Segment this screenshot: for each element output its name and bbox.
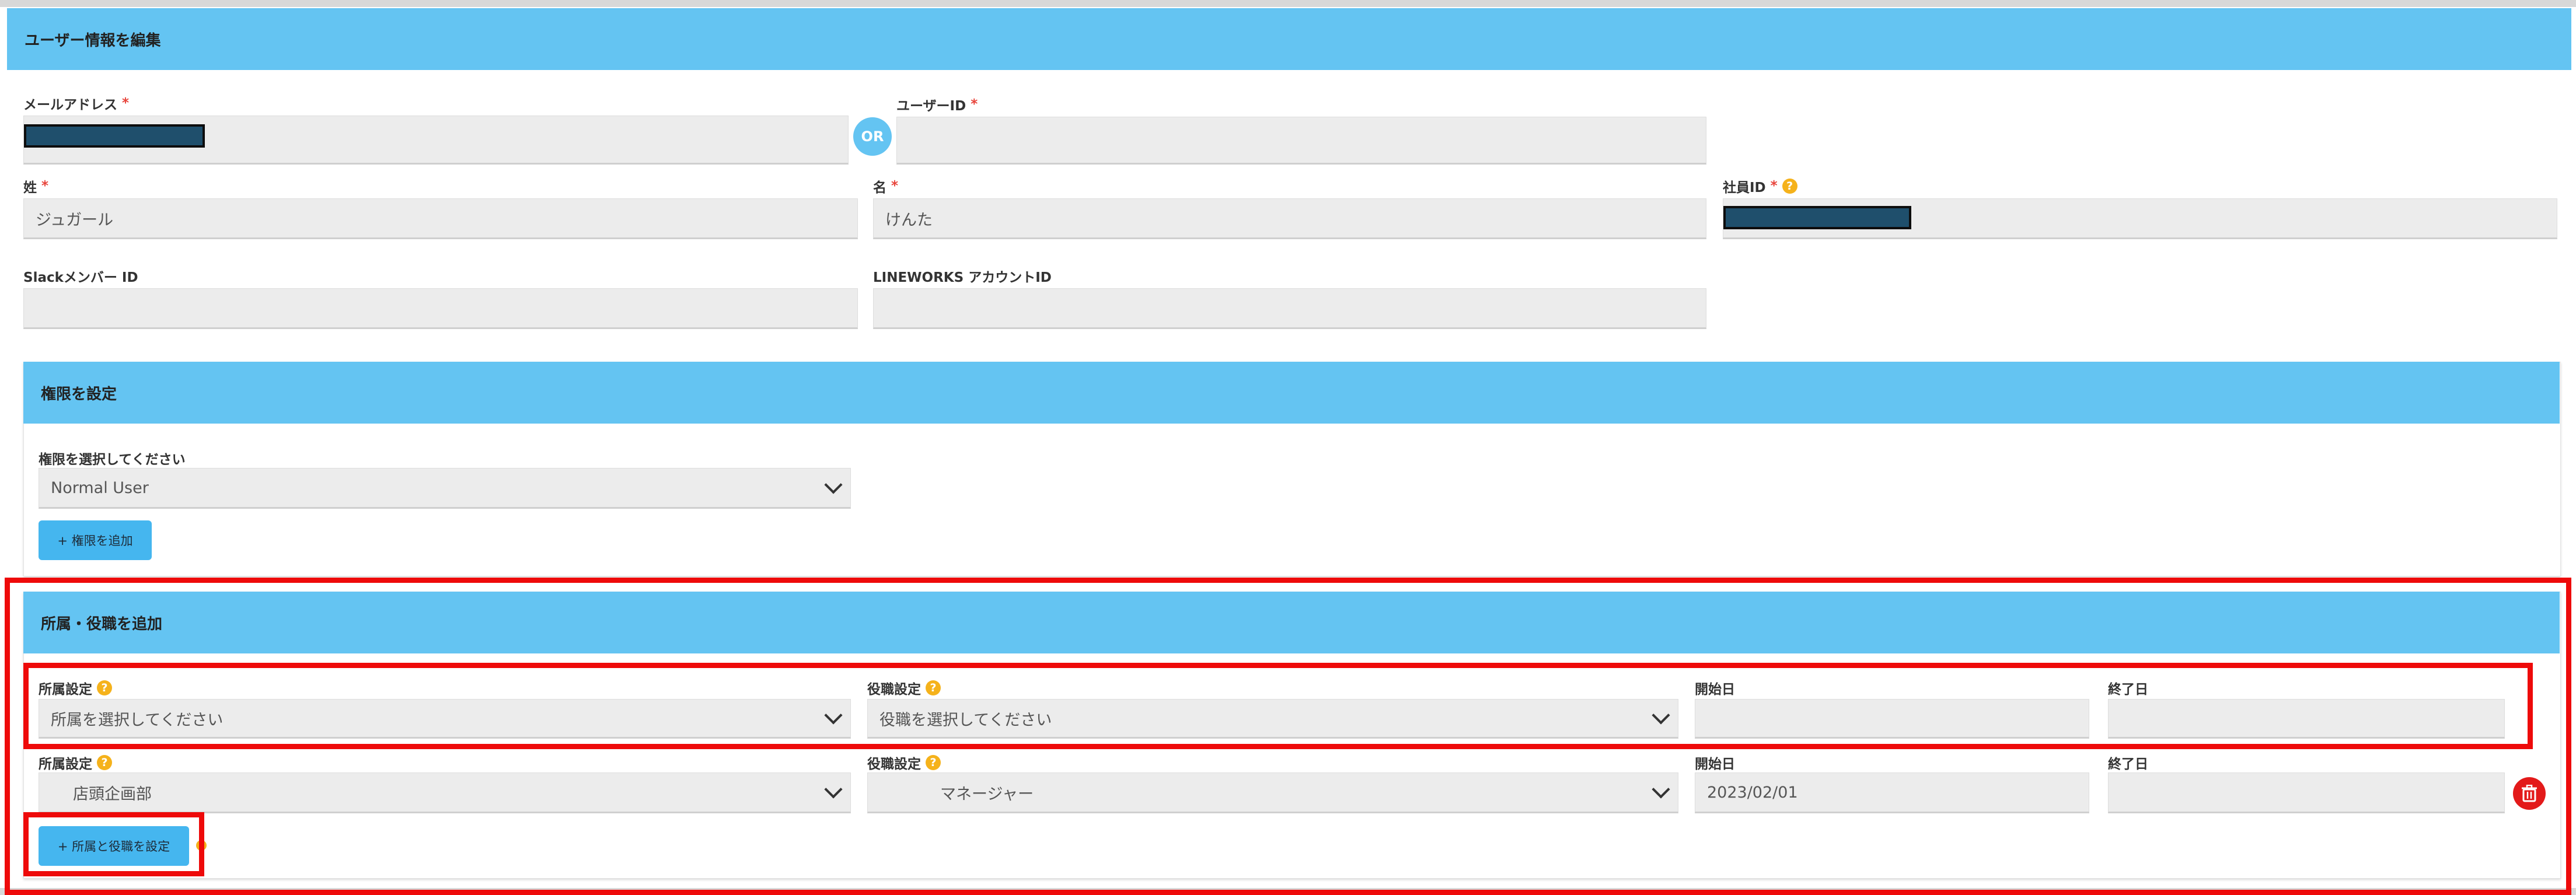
redacted-mask	[1723, 206, 1911, 229]
slack-id-field[interactable]	[23, 288, 858, 329]
last-name-field[interactable]: ジュガール	[23, 198, 858, 239]
last-name-label: 姓 *	[23, 179, 49, 195]
slack-id-label: Slackメンバー ID	[23, 270, 138, 285]
permission-header: 権限を設定	[23, 362, 2560, 424]
redacted-mask	[24, 124, 205, 148]
email-field[interactable]	[23, 116, 849, 165]
employee-id-field[interactable]	[1723, 198, 2557, 239]
permission-select-label: 権限を選択してください	[39, 452, 186, 467]
chevron-down-icon	[824, 476, 843, 494]
highlight-first-row	[23, 663, 2533, 749]
lineworks-id-field[interactable]	[873, 288, 1706, 329]
permission-title: 権限を設定	[41, 385, 117, 403]
add-permission-button[interactable]: + 権限を追加	[39, 520, 152, 560]
user-edit-page: ユーザー情報を編集 メールアドレス * OR ユーザーID * 姓 * ジュガール 名…	[0, 7, 2576, 895]
lineworks-id-label: LINEWORKS アカウントID	[873, 270, 1052, 285]
edit-user-title: ユーザー情報を編集	[25, 32, 161, 50]
user-id-field[interactable]	[896, 117, 1706, 165]
employee-id-label: 社員ID * ?	[1723, 176, 1797, 196]
first-name-field[interactable]: けんた	[873, 198, 1706, 239]
email-label: メールアドレス *	[23, 96, 130, 113]
edit-user-header: ユーザー情報を編集	[7, 8, 2571, 70]
first-name-label: 名 *	[873, 179, 899, 195]
permission-select[interactable]: Normal User	[39, 468, 851, 509]
highlight-set-button	[23, 812, 204, 876]
help-icon[interactable]: ?	[1782, 179, 1797, 194]
or-badge: OR	[853, 117, 892, 156]
user-id-label: ユーザーID *	[896, 97, 978, 114]
